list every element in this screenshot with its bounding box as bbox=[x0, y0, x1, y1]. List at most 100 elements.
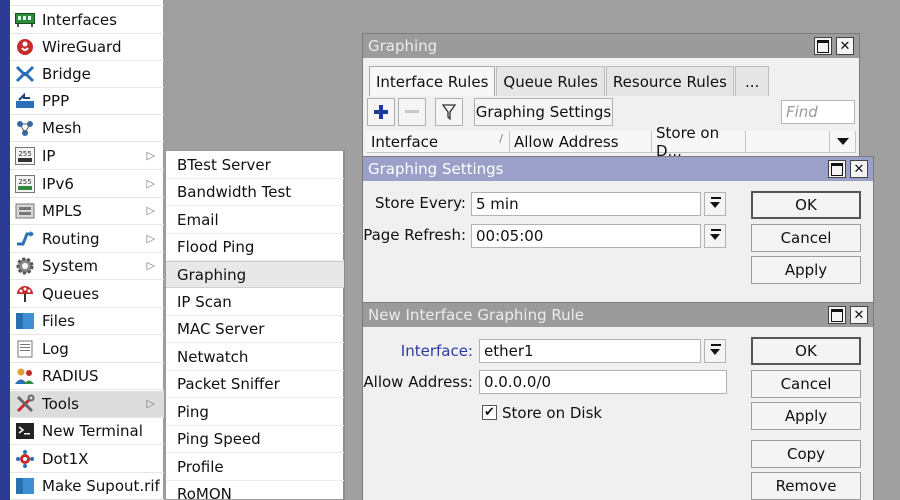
mesh-icon bbox=[14, 118, 36, 138]
submenu-arrow-icon: ▷ bbox=[146, 259, 155, 272]
interface-dropdown-button[interactable] bbox=[704, 339, 726, 363]
menu-item-routing[interactable]: Routing ▷ bbox=[10, 226, 164, 253]
apply-button[interactable]: Apply bbox=[751, 256, 861, 284]
submenu-item-ping[interactable]: Ping bbox=[166, 399, 344, 426]
column-label: Allow Address bbox=[514, 132, 619, 151]
submenu-item-bandwidth-test[interactable]: Bandwidth Test bbox=[166, 179, 344, 206]
menu-item-mesh[interactable]: Mesh bbox=[10, 115, 164, 142]
button-label: Apply bbox=[784, 261, 828, 279]
menu-item-label: Log bbox=[42, 340, 69, 358]
allow-address-label: Allow Address: bbox=[363, 373, 473, 391]
filter-button[interactable] bbox=[435, 98, 463, 126]
menu-item-bridge[interactable]: Bridge bbox=[10, 61, 164, 88]
tab-label: ... bbox=[744, 72, 760, 91]
submenu-item-mac-server[interactable]: MAC Server bbox=[166, 316, 344, 343]
menu-item-dot1x[interactable]: Dot1X bbox=[10, 446, 164, 473]
page-refresh-dropdown-button[interactable] bbox=[704, 224, 726, 248]
add-button[interactable] bbox=[367, 98, 395, 126]
submenu-item-romon[interactable]: RoMON bbox=[166, 481, 344, 500]
menu-item-system[interactable]: System ▷ bbox=[10, 253, 164, 280]
graphing-window: Graphing ✕ Interface Rules Queue Rules R… bbox=[362, 33, 860, 160]
ok-button[interactable]: OK bbox=[751, 191, 861, 219]
menu-item-queues[interactable]: Queues bbox=[10, 281, 164, 308]
tab-label: Queue Rules bbox=[503, 72, 598, 91]
menu-item-ipv6[interactable]: 255 IPv6 ▷ bbox=[10, 171, 164, 198]
ok-button[interactable]: OK bbox=[751, 337, 861, 365]
dialog-titlebar[interactable]: Graphing Settings bbox=[363, 157, 873, 181]
submenu-item-btest-server[interactable]: BTest Server bbox=[166, 152, 344, 179]
close-button[interactable]: ✕ bbox=[836, 37, 854, 55]
menu-item-log[interactable]: Log bbox=[10, 336, 164, 363]
menu-item-label: Interfaces bbox=[42, 11, 117, 29]
button-label: Remove bbox=[775, 477, 837, 495]
column-chooser-button[interactable] bbox=[830, 131, 856, 153]
maximize-button[interactable] bbox=[828, 306, 846, 324]
main-menu: Interfaces WireGuard Bridge PPP Mesh 255… bbox=[10, 0, 164, 500]
graphing-settings-button[interactable]: Graphing Settings bbox=[474, 98, 613, 126]
close-button[interactable]: ✕ bbox=[850, 306, 868, 324]
menu-item-label: Routing bbox=[42, 230, 100, 248]
maximize-button[interactable] bbox=[814, 37, 832, 55]
tab-queue-rules[interactable]: Queue Rules bbox=[496, 66, 605, 96]
svg-text:255: 255 bbox=[18, 150, 31, 158]
remove-button[interactable]: Remove bbox=[751, 472, 861, 500]
routing-icon bbox=[14, 229, 36, 249]
submenu-item-email[interactable]: Email bbox=[166, 207, 344, 234]
field-value: ether1 bbox=[484, 342, 534, 360]
store-every-field[interactable]: 5 min bbox=[471, 192, 701, 216]
maximize-button[interactable] bbox=[828, 160, 846, 178]
wireguard-icon bbox=[14, 37, 36, 57]
dialog-titlebar[interactable]: New Interface Graphing Rule bbox=[363, 303, 873, 327]
column-header-store-on-disk[interactable]: Store on D... bbox=[652, 124, 746, 160]
interface-field[interactable]: ether1 bbox=[479, 339, 701, 363]
gear-icon bbox=[14, 256, 36, 276]
ppp-icon bbox=[14, 91, 36, 111]
apply-button[interactable]: Apply bbox=[751, 402, 861, 430]
submenu-item-ip-scan[interactable]: IP Scan bbox=[166, 289, 344, 316]
submenu-item-netwatch[interactable]: Netwatch bbox=[166, 344, 344, 371]
menu-item-new-terminal[interactable]: New Terminal bbox=[10, 418, 164, 445]
submenu-item-graphing[interactable]: Graphing bbox=[166, 261, 344, 288]
column-header-interface[interactable]: Interface / bbox=[367, 131, 510, 153]
menu-item-label: New Terminal bbox=[42, 422, 143, 440]
submenu-arrow-icon: ▷ bbox=[146, 149, 155, 162]
menu-item-files[interactable]: Files bbox=[10, 308, 164, 335]
menu-item-interfaces[interactable]: Interfaces bbox=[10, 7, 164, 34]
remove-button[interactable] bbox=[398, 98, 426, 126]
cancel-button[interactable]: Cancel bbox=[751, 224, 861, 252]
menu-item-label: Files bbox=[42, 312, 75, 330]
tab-interface-rules[interactable]: Interface Rules bbox=[369, 66, 496, 96]
submenu-item-ping-speed[interactable]: Ping Speed bbox=[166, 426, 344, 453]
store-on-disk-checkbox[interactable]: ✔ bbox=[482, 405, 497, 420]
menu-item-ppp[interactable]: PPP bbox=[10, 88, 164, 115]
submenu-item-flood-ping[interactable]: Flood Ping bbox=[166, 234, 344, 261]
tab-more[interactable]: ... bbox=[734, 66, 770, 96]
submenu-item-label: Flood Ping bbox=[177, 238, 255, 256]
page-refresh-field[interactable]: 00:05:00 bbox=[471, 224, 701, 248]
column-header-allow-address[interactable]: Allow Address bbox=[510, 131, 652, 153]
copy-button[interactable]: Copy bbox=[751, 440, 861, 468]
dropdown-bar bbox=[711, 344, 721, 346]
menu-item-radius[interactable]: RADIUS bbox=[10, 363, 164, 390]
allow-address-field[interactable]: 0.0.0.0/0 bbox=[479, 370, 727, 394]
tab-resource-rules[interactable]: Resource Rules bbox=[605, 66, 734, 96]
svg-text:255: 255 bbox=[18, 178, 31, 186]
store-every-dropdown-button[interactable] bbox=[704, 192, 726, 216]
submenu-item-packet-sniffer[interactable]: Packet Sniffer bbox=[166, 371, 344, 398]
menu-item-label: PPP bbox=[42, 92, 70, 110]
store-on-disk-label: Store on Disk bbox=[502, 404, 603, 422]
window-titlebar[interactable]: Graphing bbox=[363, 34, 859, 58]
terminal-icon bbox=[14, 421, 36, 441]
close-button[interactable]: ✕ bbox=[850, 160, 868, 178]
menu-item-tools[interactable]: Tools ▷ bbox=[10, 391, 164, 418]
submenu-item-profile[interactable]: Profile bbox=[166, 454, 344, 481]
menu-item-make-supout[interactable]: Make Supout.rif bbox=[10, 473, 164, 500]
find-input[interactable]: Find bbox=[781, 100, 855, 124]
menu-item-mpls[interactable]: MPLS ▷ bbox=[10, 198, 164, 225]
menu-item-wireguard[interactable]: WireGuard bbox=[10, 34, 164, 61]
cancel-button[interactable]: Cancel bbox=[751, 370, 861, 398]
menu-item-label: MPLS bbox=[42, 202, 82, 220]
graphing-settings-dialog: Graphing Settings ✕ Store Every: 5 min P… bbox=[362, 156, 874, 304]
menu-item-ip[interactable]: 255 IP ▷ bbox=[10, 143, 164, 170]
menu-item-label: WireGuard bbox=[42, 38, 122, 56]
